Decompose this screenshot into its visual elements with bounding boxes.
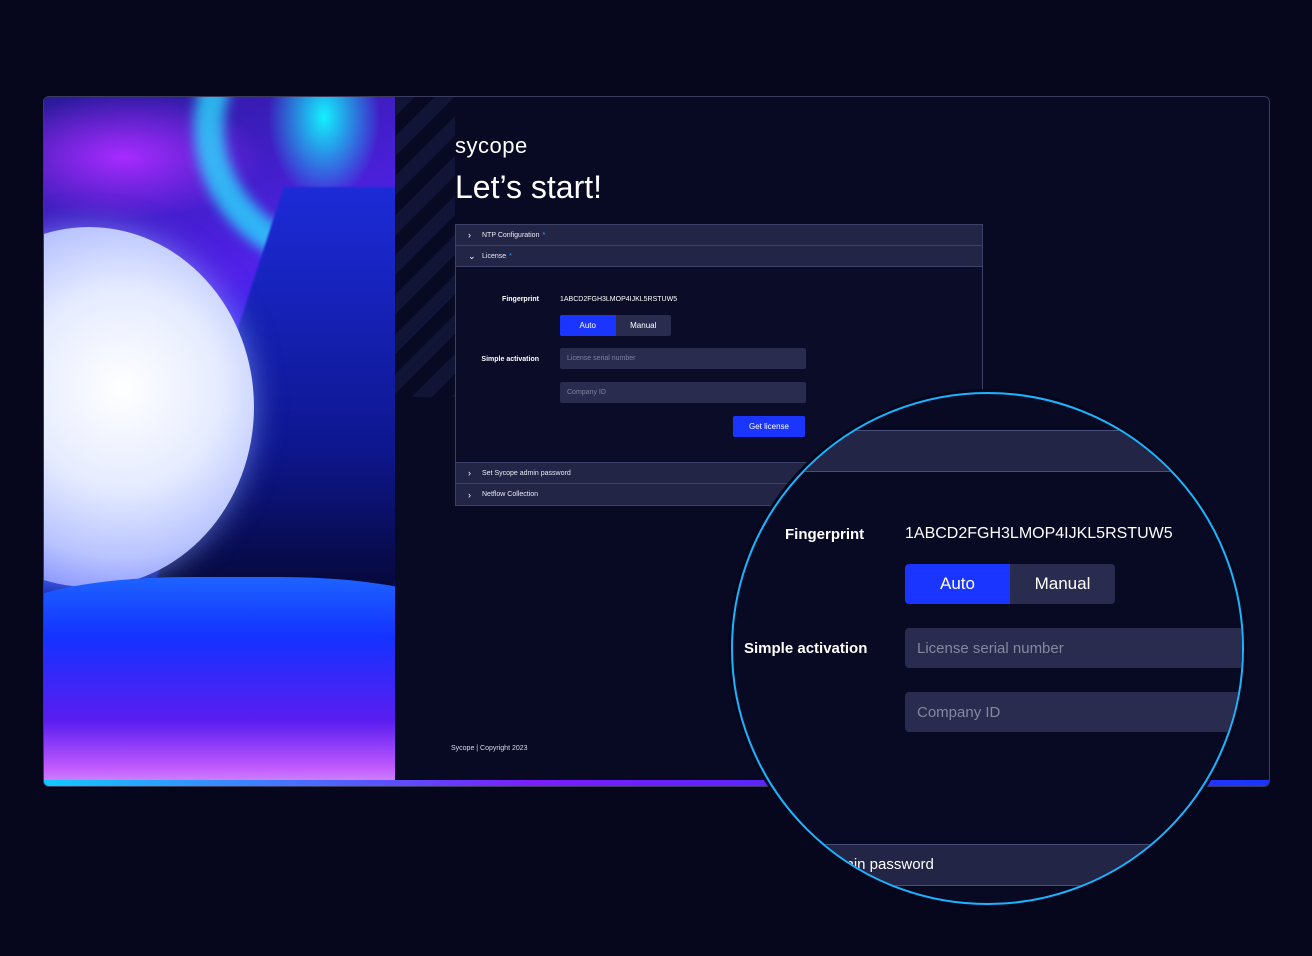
- zoomed-company-id-input[interactable]: Company ID: [905, 692, 1242, 732]
- zoomed-admin-password-header: [733, 844, 1242, 886]
- section-ntp-configuration[interactable]: › NTP Configuration *: [456, 225, 982, 246]
- chevron-right-icon: ›: [468, 468, 471, 478]
- fingerprint-label: Fingerprint: [502, 296, 539, 303]
- zoom-magnifier: Fingerprint 1ABCD2FGH3LMOP4IJKL5RSTUW5 A…: [731, 392, 1244, 905]
- zoomed-fingerprint-value: 1ABCD2FGH3LMOP4IJKL5RSTUW5: [905, 525, 1173, 542]
- zoomed-fingerprint-label: Fingerprint: [785, 526, 865, 543]
- license-serial-input[interactable]: License serial number: [560, 348, 806, 369]
- required-marker: *: [542, 231, 546, 239]
- fingerprint-value: 1ABCD2FGH3LMOP4IJKL5RSTUW5: [560, 296, 678, 303]
- chevron-right-icon: ›: [468, 230, 471, 240]
- section-license[interactable]: ⌄ License *: [456, 246, 982, 267]
- hero-artwork: [44, 97, 395, 786]
- zoomed-license-view: Fingerprint 1ABCD2FGH3LMOP4IJKL5RSTUW5 A…: [733, 394, 1242, 903]
- section-label: License: [482, 252, 507, 260]
- required-marker: *: [509, 252, 512, 260]
- chevron-right-icon: ›: [468, 489, 471, 500]
- auto-option[interactable]: Auto: [560, 315, 616, 336]
- section-label: Netflow Collection: [482, 491, 539, 498]
- license-mode-toggle: Auto Manual: [560, 315, 671, 336]
- background-pattern: [395, 97, 455, 397]
- simple-activation-label: Simple activation: [481, 356, 539, 363]
- zoomed-license-header: [733, 430, 1242, 472]
- zoomed-license-serial-input[interactable]: License serial number: [905, 628, 1242, 668]
- zoomed-mode-toggle: Auto Manual: [905, 564, 1115, 604]
- page-title: Let’s start!: [455, 169, 603, 205]
- art-floor: [44, 577, 395, 786]
- zoomed-manual-option[interactable]: Manual: [1010, 564, 1115, 604]
- zoomed-admin-password-label: dmin password: [833, 856, 934, 873]
- manual-option[interactable]: Manual: [615, 315, 671, 336]
- chevron-down-icon: ⌄: [468, 250, 476, 261]
- sycope-logo: sycope: [455, 133, 528, 158]
- section-label: Set Sycope admin password: [482, 469, 571, 477]
- footer-copyright: Sycope | Copyright 2023: [451, 745, 528, 752]
- zoomed-simple-activation-label: Simple activation: [744, 640, 868, 657]
- zoomed-auto-option[interactable]: Auto: [905, 564, 1010, 604]
- section-label: NTP Configuration: [482, 231, 540, 239]
